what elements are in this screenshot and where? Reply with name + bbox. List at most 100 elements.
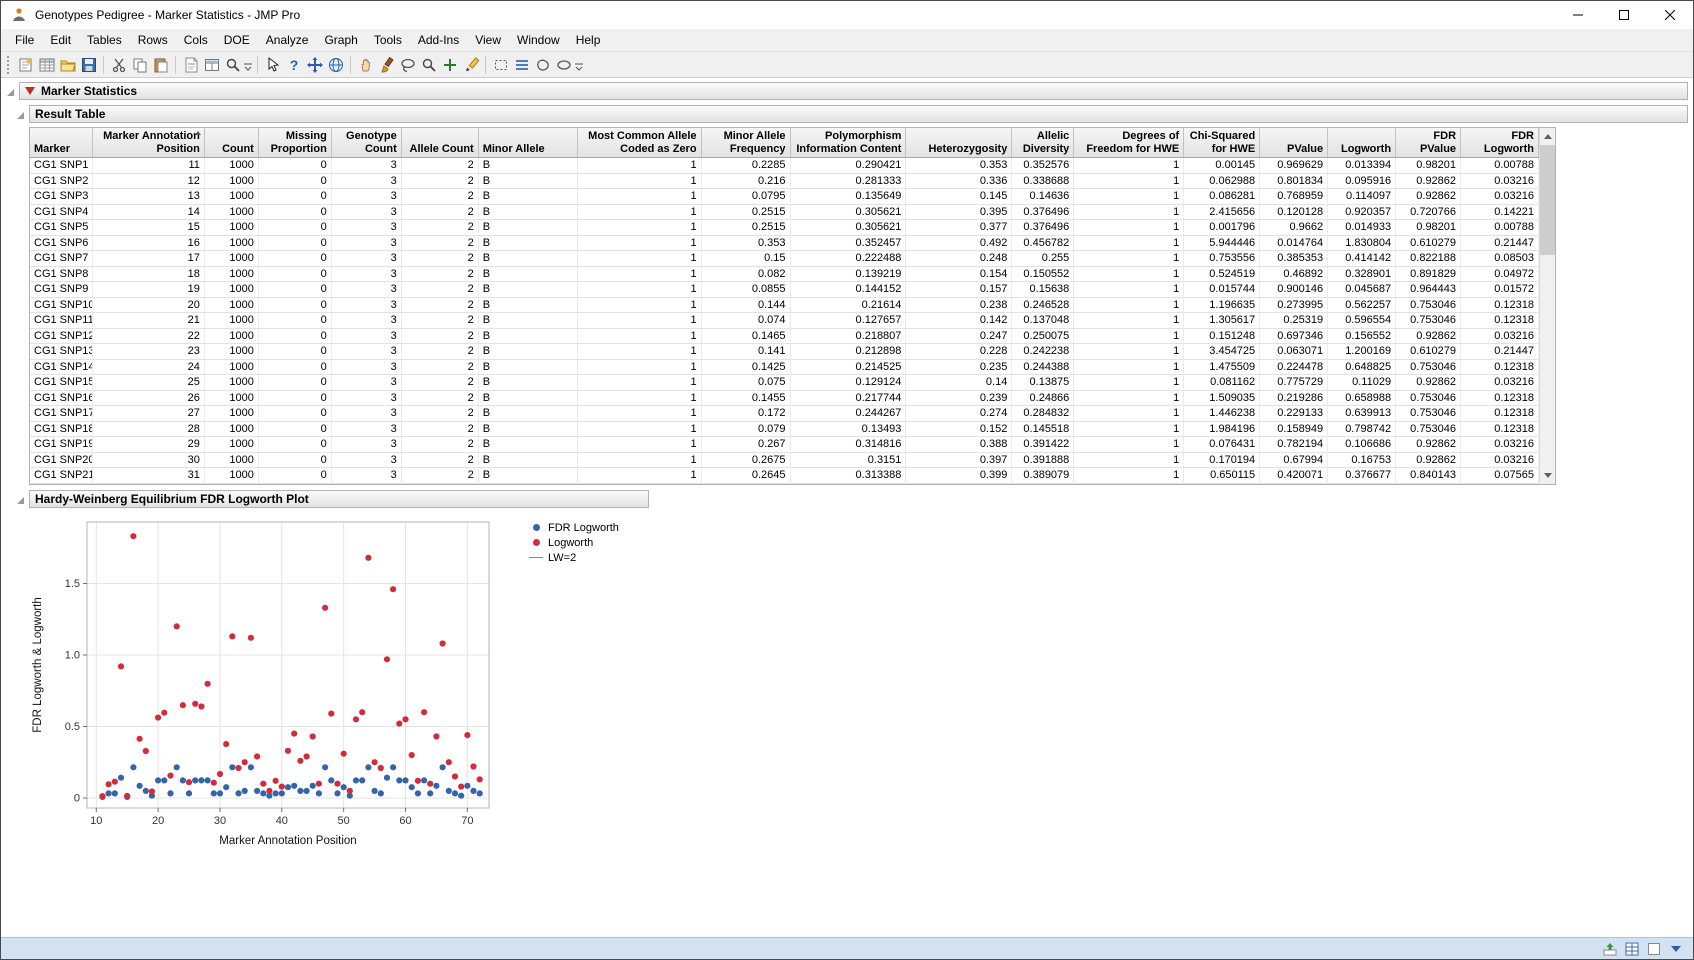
table-row[interactable]: CG1 SNP2121000032B10.2160.2813330.3360.3…	[30, 174, 1539, 190]
column-header-allele-count[interactable]: Allele Count	[402, 128, 479, 157]
new-journal-icon[interactable]	[15, 54, 36, 75]
legend-item-logworth[interactable]: Logworth	[529, 537, 619, 549]
zoom-in-icon[interactable]	[439, 54, 460, 75]
selection-rect-icon[interactable]	[490, 54, 511, 75]
column-header-marker[interactable]: Marker	[30, 128, 93, 157]
close-button[interactable]	[1647, 1, 1693, 29]
hwe-plot-header[interactable]: Hardy-Weinberg Equilibrium FDR Logworth …	[29, 490, 649, 508]
table-row[interactable]: CG1 SNP20301000032B10.26750.31510.3970.3…	[30, 453, 1539, 469]
toolbar-overflow-chevron[interactable]	[574, 56, 584, 74]
statusbar-update-icon[interactable]	[1601, 941, 1619, 957]
table-row[interactable]: CG1 SNP16261000032B10.14550.2177440.2390…	[30, 391, 1539, 407]
oval-tool-icon[interactable]	[553, 54, 574, 75]
scrollbar-track[interactable]	[1540, 145, 1555, 467]
column-header-missing-proportion[interactable]: Missing Proportion	[259, 128, 332, 157]
table-row[interactable]: CG1 SNP18281000032B10.0790.134930.1520.1…	[30, 422, 1539, 438]
search-icon[interactable]	[222, 54, 243, 75]
statusbar-data-table-icon[interactable]	[1623, 941, 1641, 957]
polygon-tool-icon[interactable]	[532, 54, 553, 75]
table-row[interactable]: CG1 SNP19291000032B10.2670.3148160.3880.…	[30, 437, 1539, 453]
disclosure-triangle-marker-statistics[interactable]	[5, 85, 17, 97]
toolbar-overflow-chevron[interactable]	[243, 56, 253, 74]
red-triangle-menu-icon[interactable]	[25, 87, 35, 95]
menu-item-edit[interactable]: Edit	[42, 29, 79, 51]
menu-item-rows[interactable]: Rows	[130, 29, 176, 51]
menu-item-doe[interactable]: DOE	[216, 29, 258, 51]
minimize-button[interactable]	[1555, 1, 1601, 29]
legend-item-lw-2[interactable]: LW=2	[529, 552, 619, 564]
maximize-button[interactable]	[1601, 1, 1647, 29]
paste-icon[interactable]	[150, 54, 171, 75]
menu-item-file[interactable]: File	[7, 29, 42, 51]
save-icon[interactable]	[78, 54, 99, 75]
table-row[interactable]: CG1 SNP12221000032B10.14650.2188070.2470…	[30, 329, 1539, 345]
toolbar-grip-handle[interactable]	[7, 56, 11, 74]
menu-item-view[interactable]: View	[467, 29, 509, 51]
move-tool-icon[interactable]	[304, 54, 325, 75]
scrollbar-thumb[interactable]	[1540, 145, 1555, 255]
annotate-pencil-icon[interactable]	[460, 54, 481, 75]
column-header-heterozygosity[interactable]: Heterozygosity	[906, 128, 1012, 157]
menu-item-graph[interactable]: Graph	[316, 29, 365, 51]
column-header-allelic-diversity[interactable]: Allelic Diversity	[1012, 128, 1074, 157]
column-header-marker-annotation-position[interactable]: Marker Annotation Position	[93, 128, 205, 157]
table-row[interactable]: CG1 SNP21311000032B10.26450.3133880.3990…	[30, 468, 1539, 484]
column-header-minor-allele-frequency[interactable]: Minor Allele Frequency	[702, 128, 791, 157]
table-row[interactable]: CG1 SNP8181000032B10.0820.1392190.1540.1…	[30, 267, 1539, 283]
statusbar-window-icon[interactable]	[1645, 941, 1663, 957]
column-header-most-common-allele-coded-as-zero[interactable]: Most Common Allele Coded as Zero	[578, 128, 702, 157]
table-row[interactable]: CG1 SNP11211000032B10.0740.1276570.1420.…	[30, 313, 1539, 329]
globe-icon[interactable]	[325, 54, 346, 75]
menu-item-tables[interactable]: Tables	[79, 29, 130, 51]
menu-item-window[interactable]: Window	[509, 29, 568, 51]
table-row[interactable]: CG1 SNP15251000032B10.0750.1291240.140.1…	[30, 375, 1539, 391]
table-row[interactable]: CG1 SNP7171000032B10.150.2224880.2480.25…	[30, 251, 1539, 267]
disclosure-triangle-hwe-plot[interactable]	[15, 493, 27, 505]
table-row[interactable]: CG1 SNP17271000032B10.1720.2442670.2740.…	[30, 406, 1539, 422]
column-header-genotype-count[interactable]: Genotype Count	[332, 128, 402, 157]
table-row[interactable]: CG1 SNP4141000032B10.25150.3056210.3950.…	[30, 205, 1539, 221]
table-row[interactable]: CG1 SNP5151000032B10.25150.3056210.3770.…	[30, 220, 1539, 236]
disclosure-triangle-result-table[interactable]	[15, 108, 27, 120]
lines-tool-icon[interactable]	[511, 54, 532, 75]
column-header-pvalue[interactable]: PValue	[1260, 128, 1328, 157]
column-header-degrees-of-freedom-for-hwe[interactable]: Degrees of Freedom for HWE	[1074, 128, 1184, 157]
table-vertical-scrollbar[interactable]	[1539, 127, 1556, 485]
column-header-minor-allele[interactable]: Minor Allele	[479, 128, 578, 157]
column-header-fdr-pvalue[interactable]: FDR PValue	[1396, 128, 1461, 157]
grabber-hand-icon[interactable]	[355, 54, 376, 75]
menu-item-add-ins[interactable]: Add-Ins	[410, 29, 467, 51]
brush-icon[interactable]	[376, 54, 397, 75]
marker-statistics-header[interactable]: Marker Statistics	[19, 82, 1688, 100]
copy-icon[interactable]	[129, 54, 150, 75]
menu-item-help[interactable]: Help	[568, 29, 609, 51]
statusbar-dropdown-icon[interactable]	[1667, 941, 1685, 957]
magnifier-icon[interactable]	[418, 54, 439, 75]
cut-icon[interactable]	[108, 54, 129, 75]
table-row[interactable]: CG1 SNP6161000032B10.3530.3524570.4920.4…	[30, 236, 1539, 252]
help-icon[interactable]: ?	[283, 54, 304, 75]
table-row[interactable]: CG1 SNP3131000032B10.07950.1356490.1450.…	[30, 189, 1539, 205]
result-table-header[interactable]: Result Table	[29, 105, 1688, 123]
menu-item-analyze[interactable]: Analyze	[258, 29, 317, 51]
scrollbar-down-arrow[interactable]	[1540, 467, 1555, 484]
journal-icon[interactable]	[180, 54, 201, 75]
menu-item-tools[interactable]: Tools	[366, 29, 410, 51]
table-row[interactable]: CG1 SNP13231000032B10.1410.2128980.2280.…	[30, 344, 1539, 360]
column-header-logworth[interactable]: Logworth	[1328, 128, 1396, 157]
column-header-fdr-logworth[interactable]: FDR Logworth	[1461, 128, 1539, 157]
column-header-chi-squared-for-hwe[interactable]: Chi-Squared for HWE	[1184, 128, 1260, 157]
column-header-polymorphism-information-content[interactable]: Polymorphism Information Content	[791, 128, 907, 157]
lasso-icon[interactable]	[397, 54, 418, 75]
table-row[interactable]: CG1 SNP14241000032B10.14250.2145250.2350…	[30, 360, 1539, 376]
new-data-table-icon[interactable]	[36, 54, 57, 75]
open-icon[interactable]	[57, 54, 78, 75]
menu-item-cols[interactable]: Cols	[176, 29, 216, 51]
hwe-scatter-plot[interactable]: 1020304050607000.51.01.5Marker Annotatio…	[29, 514, 499, 854]
arrow-cursor-icon[interactable]	[262, 54, 283, 75]
legend-item-fdr-logworth[interactable]: FDR Logworth	[529, 522, 619, 534]
table-row[interactable]: CG1 SNP9191000032B10.08550.1441520.1570.…	[30, 282, 1539, 298]
layout-icon[interactable]	[201, 54, 222, 75]
table-row[interactable]: CG1 SNP1111000032B10.22850.2904210.3530.…	[30, 158, 1539, 174]
scrollbar-up-arrow[interactable]	[1540, 128, 1555, 145]
